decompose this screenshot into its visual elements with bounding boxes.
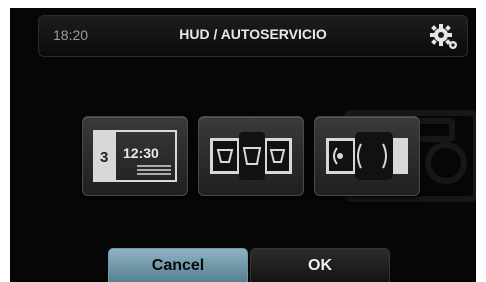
status-bar: 18:20 HUD / AUTOSERVICIO	[38, 15, 468, 57]
bins-icon	[210, 132, 292, 180]
roll-mode-button[interactable]	[314, 116, 420, 196]
roll-icon	[326, 132, 408, 180]
ok-button[interactable]: OK	[250, 248, 390, 282]
multi-bin-mode-button[interactable]	[198, 116, 304, 196]
schedule-number: 3	[100, 149, 108, 166]
page-title: HUD / AUTOSERVICIO	[179, 26, 327, 42]
cancel-button[interactable]: Cancel	[108, 248, 248, 282]
clock-schedule-icon: 3 12:30	[93, 130, 177, 182]
gear-icon[interactable]	[429, 22, 459, 52]
schedule-time: 12:30	[123, 145, 159, 161]
touch-screen: 18:20 HUD / AUTOSERVICIO 3 12:30 Cancel …	[10, 8, 476, 282]
schedule-mode-button[interactable]: 3 12:30	[82, 116, 188, 196]
